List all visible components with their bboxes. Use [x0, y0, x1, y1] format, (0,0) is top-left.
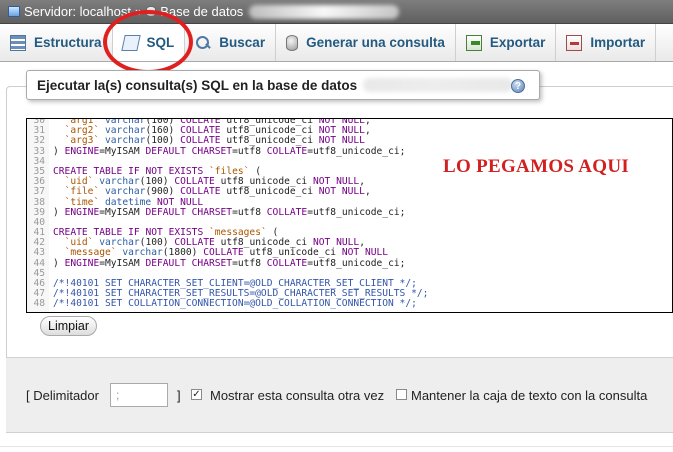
checkmark-icon: ✓	[192, 389, 201, 400]
tab-sql[interactable]: SQL	[112, 24, 186, 61]
tab-exportar[interactable]: Exportar	[456, 24, 557, 61]
show-query-checkbox[interactable]: ✓	[191, 389, 202, 400]
clear-button[interactable]: Limpiar	[40, 316, 97, 336]
breadcrumb-database[interactable]: Base de datos	[160, 4, 243, 19]
query-icon	[286, 34, 299, 51]
tab-label: Importar	[590, 35, 646, 50]
line-number: 48	[33, 298, 45, 310]
tab-importar[interactable]: Importar	[556, 24, 657, 61]
database-icon	[146, 6, 157, 17]
code-text: /*!40101 SET COLLATION_CONNECTION=@OLD_C…	[53, 298, 417, 310]
breadcrumb-server[interactable]: Servidor: localhost	[24, 4, 131, 19]
annotation-text: LO PEGAMOS AQUI	[443, 156, 630, 177]
breadcrumb: Servidor: localhost » Base de datos	[0, 0, 673, 24]
search-icon	[195, 35, 211, 51]
tab-label: Generar una consulta	[306, 35, 445, 50]
code-text: ) ENGINE=MyISAM DEFAULT CHARSET=utf8 COL…	[53, 145, 406, 157]
tab-estructura[interactable]: Estructura	[0, 24, 113, 61]
server-icon	[8, 6, 20, 17]
code-text: ) ENGINE=MyISAM DEFAULT CHARSET=utf8 COL…	[53, 206, 406, 218]
code-line: 48 /*!40101 SET COLLATION_CONNECTION=@OLD…	[27, 299, 672, 309]
blurred-database-name	[363, 78, 514, 92]
delimiter-input[interactable]	[110, 383, 168, 407]
panel-title: Ejecutar la(s) consulta(s) SQL en la bas…	[37, 77, 358, 93]
tab-label: Estructura	[34, 35, 102, 50]
breadcrumb-separator: »	[134, 4, 143, 19]
code-text: ) ENGINE=MyISAM DEFAULT CHARSET=utf8 COL…	[53, 257, 406, 269]
import-icon	[566, 34, 583, 51]
code-line: 39) ENGINE=MyISAM DEFAULT CHARSET=utf8 C…	[27, 206, 672, 218]
help-icon[interactable]: ?	[511, 79, 525, 93]
tab-label: SQL	[146, 35, 175, 50]
sql-editor[interactable]: 30 `arg1` varchar(100) COLLATE utf8_unic…	[26, 118, 673, 313]
export-icon	[465, 34, 482, 51]
show-query-label[interactable]: Mostrar esta consulta otra vez	[210, 388, 384, 403]
tab-buscar[interactable]: Buscar	[185, 24, 277, 61]
tab-bar: Estructura SQL Buscar Generar una consul…	[0, 24, 673, 62]
sql-icon	[120, 34, 141, 51]
tab-generar-consulta[interactable]: Generar una consulta	[276, 24, 456, 61]
panel-title-box: Ejecutar la(s) consulta(s) SQL en la bas…	[26, 70, 540, 100]
delimiter-bracket: ]	[177, 388, 181, 403]
keep-textbox-checkbox[interactable]	[396, 389, 407, 400]
tab-label: Exportar	[489, 35, 546, 50]
bottom-divider	[0, 446, 673, 447]
code-line: 44) ENGINE=MyISAM DEFAULT CHARSET=utf8 C…	[27, 257, 672, 269]
line-number: 37	[33, 186, 45, 198]
delimiter-label: [ Delimitador	[26, 388, 99, 403]
blurred-database-name	[249, 4, 400, 19]
tab-label: Buscar	[219, 35, 266, 50]
keep-textbox-label[interactable]: Mantener la caja de texto con la consult…	[411, 388, 647, 403]
structure-icon	[10, 34, 26, 51]
